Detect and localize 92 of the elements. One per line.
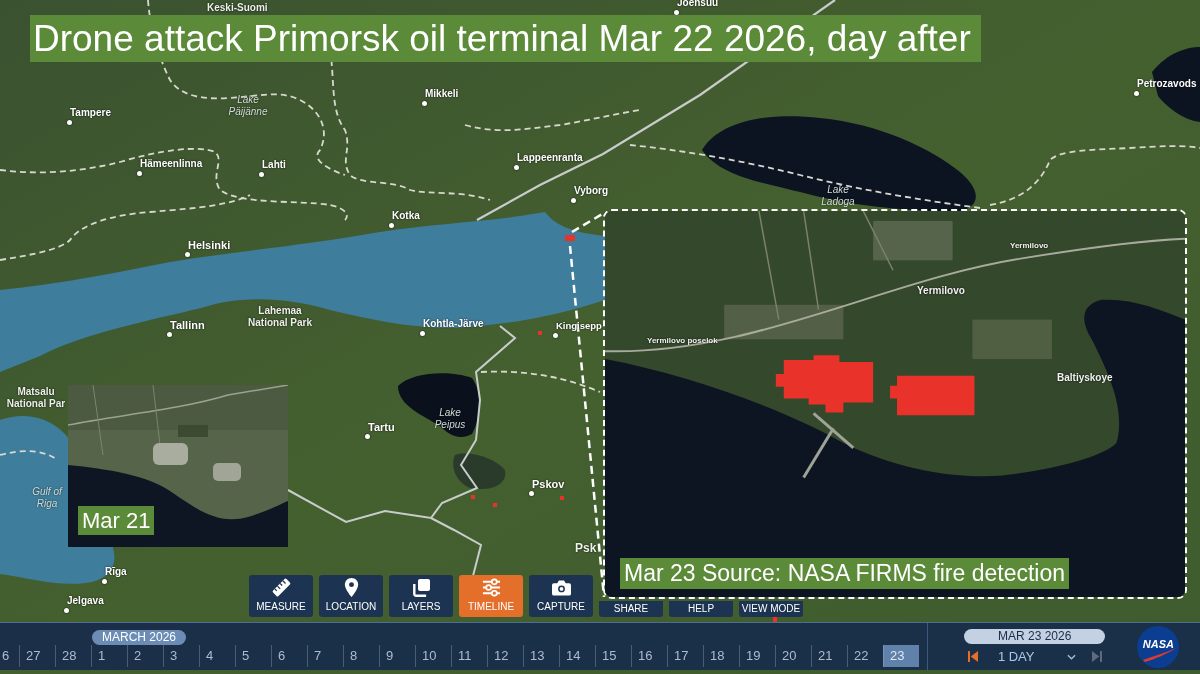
day-tick[interactable]: 10 bbox=[415, 645, 451, 667]
place-label: Baltiyskoye bbox=[1057, 372, 1113, 384]
day-tick[interactable]: 18 bbox=[703, 645, 739, 667]
day-tick[interactable]: 2 bbox=[127, 645, 163, 667]
city-label: Tampere bbox=[70, 107, 111, 119]
city-dot-icon bbox=[422, 101, 427, 106]
water-label: Gulf of Riga bbox=[31, 486, 64, 510]
city-dot-icon bbox=[420, 331, 425, 336]
caret-icon bbox=[1066, 653, 1076, 660]
day-tick[interactable]: 17 bbox=[667, 645, 703, 667]
day-tick[interactable]: 16 bbox=[631, 645, 667, 667]
lake-shape bbox=[453, 453, 506, 490]
day-tick[interactable]: 13 bbox=[523, 645, 559, 667]
city-dot-icon bbox=[185, 252, 190, 257]
day-tick[interactable]: 12 bbox=[487, 645, 523, 667]
day-tick[interactable]: 1 bbox=[91, 645, 127, 667]
city-dot-icon bbox=[259, 172, 264, 177]
city-label: Kingisepp bbox=[556, 320, 602, 332]
toolbar-button[interactable]: MEASURE bbox=[249, 575, 313, 617]
day-tick[interactable]: 21 bbox=[811, 645, 847, 667]
city-label: Joensuu bbox=[677, 0, 719, 9]
city-dot-icon bbox=[167, 332, 172, 337]
day-tick[interactable]: 14 bbox=[559, 645, 595, 667]
sliders-icon bbox=[481, 578, 501, 597]
toolbar-button[interactable]: CAPTURE bbox=[529, 575, 593, 617]
city-dot-icon bbox=[674, 10, 679, 15]
source-caption: Mar 23 Source: NASA FIRMS fire detection bbox=[620, 558, 1069, 589]
city-dot-icon bbox=[389, 223, 394, 228]
city-label: Kotka bbox=[392, 210, 420, 222]
place-label: Psk bbox=[575, 542, 597, 554]
city-dot-icon bbox=[1134, 91, 1139, 96]
day-tick[interactable]: 28 bbox=[55, 645, 91, 667]
place-label: Yermilovo bbox=[917, 285, 965, 297]
city-dot-icon bbox=[529, 491, 534, 496]
city-label: Helsinki bbox=[188, 239, 231, 251]
city-dot-icon bbox=[67, 120, 72, 125]
toolbar-button[interactable]: LAYERS bbox=[389, 575, 453, 617]
day-tick[interactable]: 4 bbox=[199, 645, 235, 667]
day-tick[interactable]: 15 bbox=[595, 645, 631, 667]
city-label: Lappeenranta bbox=[517, 152, 583, 164]
date-caption: Mar 21 bbox=[78, 506, 155, 535]
city-dot-icon bbox=[553, 333, 558, 338]
date-display[interactable]: MAR 23 2026 bbox=[964, 629, 1106, 644]
city-dot-icon bbox=[514, 165, 519, 170]
day-tick[interactable]: 6 bbox=[0, 645, 19, 667]
toolbar-button[interactable]: SHARE bbox=[599, 601, 663, 617]
city-dot-icon bbox=[102, 579, 107, 584]
city-label: Mikkeli bbox=[425, 88, 459, 100]
camera-icon bbox=[551, 578, 571, 597]
interval-dropdown[interactable]: 1 DAY bbox=[987, 649, 1082, 664]
title-banner: Drone attack Primorsk oil terminal Mar 22 2026, day after bbox=[30, 15, 981, 62]
day-tick[interactable]: 5 bbox=[235, 645, 271, 667]
water-label: Lake Ladoga bbox=[820, 184, 856, 208]
city-label: Tallinn bbox=[170, 319, 205, 331]
toolbar-button[interactable]: LOCATION bbox=[319, 575, 383, 617]
month-label: MARCH 2026 bbox=[92, 630, 187, 645]
skip-back-icon[interactable] bbox=[967, 651, 978, 662]
city-label: Pskov bbox=[532, 478, 565, 490]
water-label: Lake Peipus bbox=[433, 407, 467, 431]
place-label: Yermilovo bbox=[1010, 241, 1049, 251]
place-label: Matsalu National Par bbox=[5, 386, 67, 410]
layers-icon bbox=[411, 578, 431, 597]
agency-logo: NASA bbox=[1137, 625, 1180, 668]
city-dot-icon bbox=[64, 608, 69, 613]
city-label: Petrozavods bbox=[1137, 78, 1197, 90]
day-tick[interactable]: 8 bbox=[343, 645, 379, 667]
day-tick[interactable]: 3 bbox=[163, 645, 199, 667]
water-label: Lake Päijänne bbox=[227, 94, 269, 118]
day-tick[interactable]: 7 bbox=[307, 645, 343, 667]
day-tick[interactable]: 6 bbox=[271, 645, 307, 667]
toolbar-button[interactable]: VIEW MODE bbox=[739, 601, 803, 617]
city-label: Lahti bbox=[262, 159, 286, 171]
city-dot-icon bbox=[571, 198, 576, 203]
place-label: Keski-Suomi bbox=[207, 2, 268, 14]
city-label: Rīga bbox=[105, 566, 127, 578]
leader-line bbox=[571, 211, 605, 234]
city-label: Jelgava bbox=[67, 595, 104, 607]
day-tick[interactable]: 9 bbox=[379, 645, 415, 667]
timeline-marker-icon bbox=[773, 616, 777, 622]
place-label: Yermilovo poselok bbox=[647, 336, 718, 346]
city-label: Tartu bbox=[368, 421, 395, 433]
city-label: Hämeenlinna bbox=[140, 158, 203, 170]
day-tick[interactable]: 19 bbox=[739, 645, 775, 667]
city-label: Kohtla-Järve bbox=[423, 318, 484, 330]
city-dot-icon bbox=[137, 171, 142, 176]
city-dot-icon bbox=[365, 434, 370, 439]
day-tick[interactable]: 20 bbox=[775, 645, 811, 667]
city-label: Vyborg bbox=[574, 185, 609, 197]
toolbar-button[interactable]: HELP bbox=[669, 601, 733, 617]
day-tick[interactable]: 11 bbox=[451, 645, 487, 667]
place-label: Lahemaa National Park bbox=[247, 305, 313, 329]
day-tick[interactable]: 27 bbox=[19, 645, 55, 667]
